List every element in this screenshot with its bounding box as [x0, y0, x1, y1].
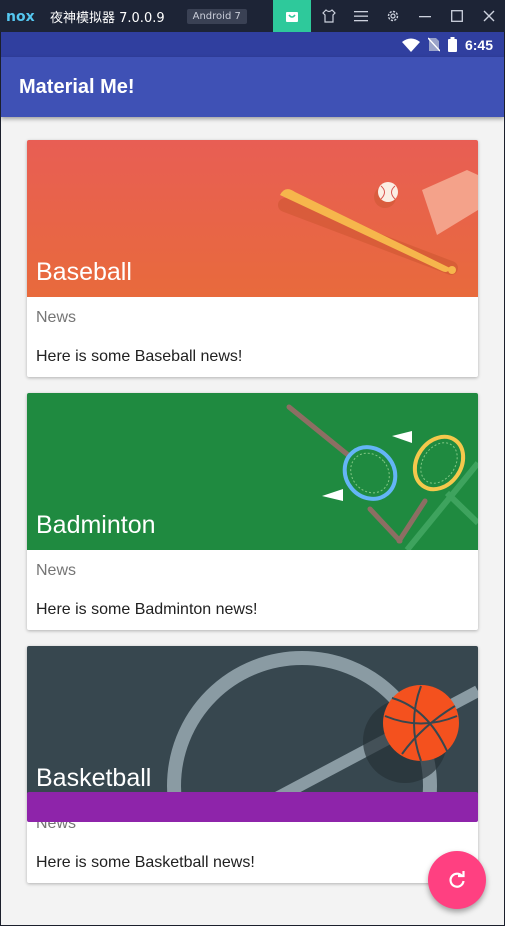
battery-icon: [447, 37, 457, 52]
close-button[interactable]: [474, 0, 504, 32]
sport-image-badminton: Badminton: [27, 393, 478, 550]
phone-screen: 6:45 Material Me! Baseball News Here is …: [1, 32, 504, 925]
svg-text:nox: nox: [6, 9, 35, 25]
sport-info: Here is some Badminton news!: [36, 601, 258, 618]
no-sim-icon: [427, 37, 440, 52]
skin-button[interactable]: [314, 0, 344, 32]
sport-card-next-peek[interactable]: [27, 792, 478, 822]
app-store-button[interactable]: [273, 0, 311, 32]
sport-title: Basketball: [36, 764, 152, 792]
sport-card-badminton[interactable]: Badminton News Here is some Badminton ne…: [27, 393, 478, 630]
app-title: Material Me!: [19, 75, 135, 98]
hamburger-icon: [354, 11, 368, 22]
sport-info: Here is some Baseball news!: [36, 348, 243, 365]
emulator-title-bar: nox 夜神模拟器 7.0.0.9 Android 7: [0, 0, 505, 32]
minimize-icon: [419, 16, 431, 18]
refresh-icon: [449, 871, 465, 888]
minimize-button[interactable]: [410, 0, 440, 32]
android-version-badge: Android 7: [186, 8, 247, 24]
settings-button[interactable]: [378, 0, 408, 32]
refresh-button[interactable]: [428, 851, 486, 909]
nox-logo: nox: [6, 9, 35, 25]
sport-image-baseball: Baseball: [27, 140, 478, 297]
maximize-button[interactable]: [442, 0, 472, 32]
emulator-title: 夜神模拟器 7.0.0.9: [50, 10, 165, 26]
sport-title: Badminton: [36, 511, 156, 539]
sport-info: Here is some Basketball news!: [36, 854, 255, 871]
shopping-bag-icon: [286, 12, 298, 22]
sport-subtitle: News: [36, 309, 77, 326]
app-bar: Material Me!: [1, 57, 504, 117]
sport-card-baseball[interactable]: Baseball News Here is some Baseball news…: [27, 140, 478, 377]
status-time: 6:45: [464, 36, 493, 53]
gear-icon: [387, 10, 399, 22]
wifi-icon: [401, 38, 420, 52]
status-bar: 6:45: [1, 32, 504, 57]
maximize-icon: [451, 10, 463, 22]
sport-image-basketball: Basketball: [27, 646, 478, 803]
close-icon: [483, 10, 495, 22]
shirt-icon: [322, 9, 336, 23]
sport-title: Baseball: [36, 258, 132, 286]
menu-button[interactable]: [346, 0, 376, 32]
sport-subtitle: News: [36, 562, 77, 579]
sport-card-basketball[interactable]: Basketball News Here is some Basketball …: [27, 646, 478, 883]
